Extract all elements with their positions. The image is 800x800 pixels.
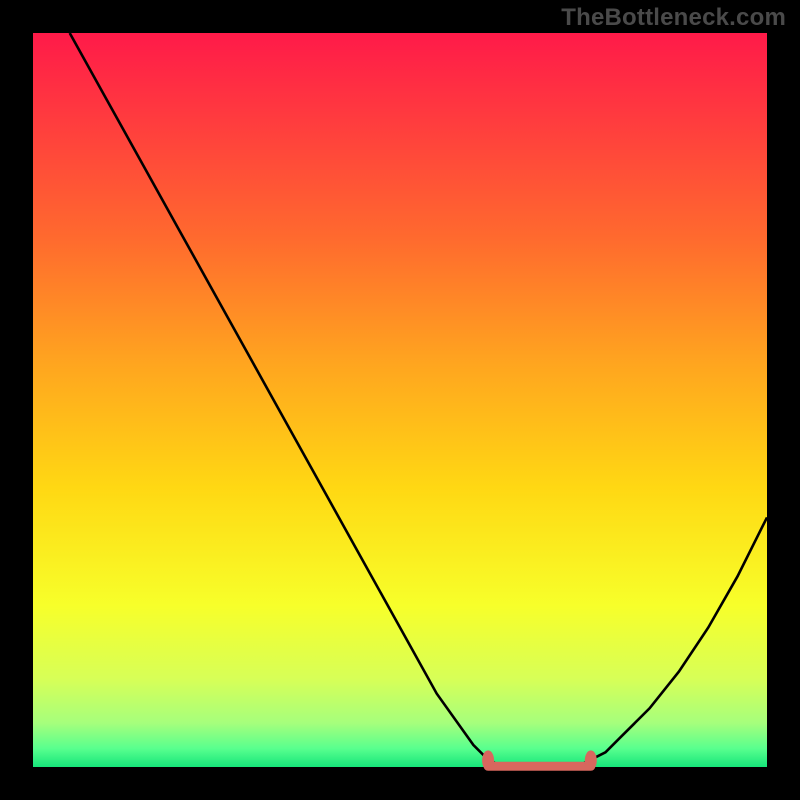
chart-container: TheBottleneck.com (0, 0, 800, 800)
watermark-label: TheBottleneck.com (561, 4, 786, 32)
range-marker (482, 750, 494, 770)
plot-background (33, 33, 767, 767)
bottleneck-chart (0, 0, 800, 800)
range-marker (585, 750, 597, 770)
